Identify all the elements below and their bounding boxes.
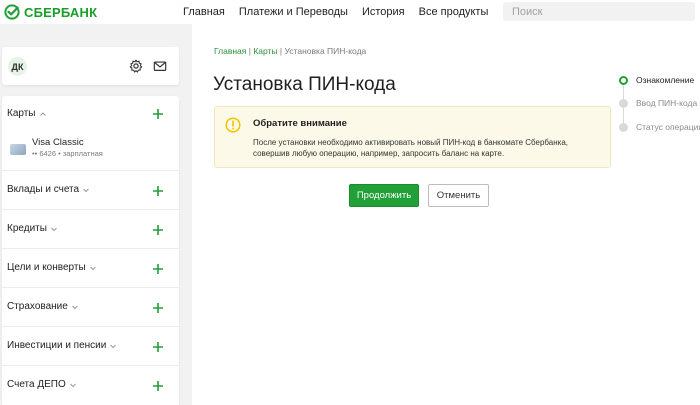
warning-icon bbox=[225, 117, 241, 133]
section-title: Страхование bbox=[7, 301, 68, 312]
sberbank-logo-icon bbox=[4, 4, 20, 20]
continue-button[interactable]: Продолжить bbox=[349, 184, 419, 207]
chevron-down-icon bbox=[69, 383, 76, 387]
products-sidebar: Карты Visa Classic •• 6426 • зарплатная … bbox=[2, 96, 179, 405]
chevron-down-icon bbox=[83, 188, 89, 192]
alert-title: Обратите внимание bbox=[253, 118, 347, 129]
card-item-visa-classic[interactable]: Visa Classic •• 6426 • зарплатная bbox=[8, 136, 168, 162]
sberbank-logo[interactable]: СБЕРБАНК bbox=[4, 3, 97, 21]
nav-payments[interactable]: Платежи и Переводы bbox=[239, 6, 348, 18]
section-depo: Счета ДЕПО bbox=[2, 366, 179, 405]
chevron-down-icon bbox=[89, 266, 96, 270]
alert-text: После установки необходимо активировать … bbox=[253, 138, 569, 158]
add-deposit-icon[interactable] bbox=[152, 185, 164, 197]
card-thumbnail bbox=[10, 144, 26, 155]
step-label: Статус операции bbox=[636, 122, 700, 132]
step-label: Ознакомление bbox=[636, 75, 695, 85]
section-credits: Кредиты bbox=[2, 210, 179, 249]
section-investments: Инвестиции и пенсии bbox=[2, 327, 179, 366]
section-insurance-header[interactable]: Страхование bbox=[7, 301, 79, 312]
step-status: Статус операции bbox=[619, 121, 700, 133]
search-input[interactable] bbox=[503, 2, 695, 21]
section-title: Инвестиции и пенсии bbox=[7, 340, 107, 351]
chevron-down-icon bbox=[71, 305, 78, 309]
top-header: СБЕРБАНК Главная Платежи и Переводы Исто… bbox=[0, 0, 700, 24]
add-goal-icon[interactable] bbox=[152, 263, 164, 275]
cancel-button[interactable]: Отменить bbox=[428, 184, 489, 207]
section-credits-header[interactable]: Кредиты bbox=[7, 223, 58, 234]
section-goals-header[interactable]: Цели и конверты bbox=[7, 262, 97, 273]
section-investments-header[interactable]: Инвестиции и пенсии bbox=[7, 340, 117, 351]
add-credit-icon[interactable] bbox=[152, 224, 164, 236]
section-cards: Карты Visa Classic •• 6426 • зарплатная bbox=[2, 96, 179, 171]
nav-all-products[interactable]: Все продукты bbox=[419, 6, 489, 18]
step-intro: Ознакомление bbox=[619, 74, 700, 86]
breadcrumb: Главная | Карты | Установка ПИН-кода bbox=[214, 46, 366, 56]
step-dot bbox=[619, 99, 628, 108]
main-content: Главная | Карты | Установка ПИН-кода Уст… bbox=[192, 24, 700, 405]
add-card-icon[interactable] bbox=[152, 108, 164, 120]
user-card: ДК bbox=[2, 47, 179, 85]
nav-history[interactable]: История bbox=[362, 6, 405, 18]
section-title: Счета ДЕПО bbox=[7, 379, 66, 390]
section-depo-header[interactable]: Счета ДЕПО bbox=[7, 379, 77, 390]
page-title: Установка ПИН-кода bbox=[213, 74, 396, 95]
step-dot-active bbox=[619, 76, 628, 85]
step-label: Ввод ПИН-кода bbox=[636, 98, 698, 108]
section-title: Цели и конверты bbox=[7, 262, 86, 273]
add-investment-icon[interactable] bbox=[152, 341, 164, 353]
breadcrumb-home[interactable]: Главная bbox=[214, 46, 246, 56]
main-nav: Главная Платежи и Переводы История Все п… bbox=[183, 0, 502, 24]
step-pin-input: Ввод ПИН-кода bbox=[619, 97, 700, 109]
mail-icon[interactable] bbox=[153, 59, 167, 73]
chevron-down-icon bbox=[51, 227, 57, 231]
section-insurance: Страхование bbox=[2, 288, 179, 327]
nav-home[interactable]: Главная bbox=[183, 6, 225, 18]
section-title: Карты bbox=[7, 108, 36, 119]
section-title: Вклады и счета bbox=[7, 184, 80, 195]
chevron-up-icon bbox=[39, 111, 46, 116]
avatar[interactable]: ДК bbox=[8, 57, 27, 76]
attention-alert: Обратите внимание После установки необхо… bbox=[214, 106, 611, 168]
section-goals: Цели и конверты bbox=[2, 249, 179, 288]
card-name: Visa Classic bbox=[32, 137, 84, 148]
section-deposits: Вклады и счета bbox=[2, 171, 179, 210]
logo-text: СБЕРБАНК bbox=[24, 4, 98, 20]
chevron-down-icon bbox=[110, 344, 117, 348]
card-subtitle: •• 6426 • зарплатная bbox=[32, 149, 103, 158]
breadcrumb-cards[interactable]: Карты bbox=[253, 46, 277, 56]
section-cards-header[interactable]: Карты bbox=[7, 108, 47, 119]
gear-icon[interactable] bbox=[129, 59, 143, 73]
progress-stepper: Ознакомление Ввод ПИН-кода Статус операц… bbox=[612, 71, 700, 141]
add-depo-icon[interactable] bbox=[152, 380, 164, 392]
step-dot bbox=[619, 123, 628, 132]
section-title: Кредиты bbox=[7, 223, 47, 234]
section-deposits-header[interactable]: Вклады и счета bbox=[7, 184, 90, 195]
breadcrumb-current: Установка ПИН-кода bbox=[284, 46, 367, 56]
add-insurance-icon[interactable] bbox=[152, 302, 164, 314]
